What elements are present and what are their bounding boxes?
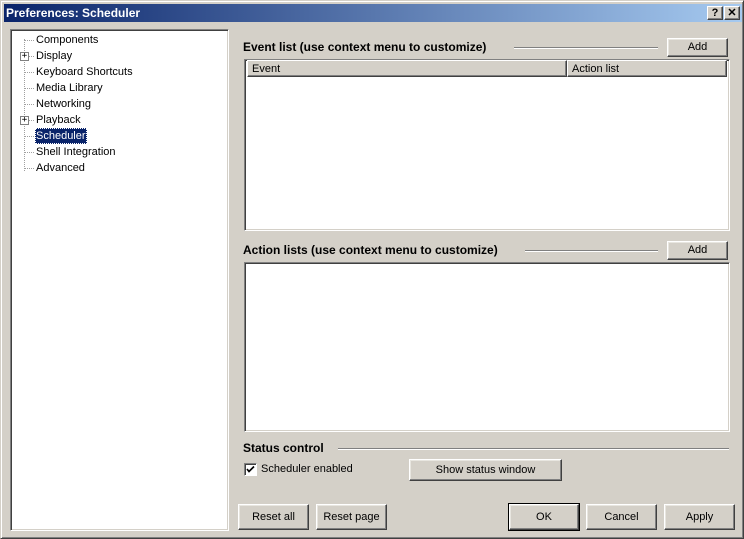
scheduler-enabled-checkbox[interactable] bbox=[244, 463, 257, 476]
checkmark-icon bbox=[246, 465, 255, 473]
close-button[interactable]: ✕ bbox=[724, 6, 740, 20]
tree-connector bbox=[25, 136, 34, 137]
action-lists-add-button[interactable]: Add bbox=[667, 241, 728, 260]
help-button[interactable]: ? bbox=[707, 6, 723, 20]
tree-item-scheduler[interactable]: Scheduler bbox=[35, 128, 87, 144]
reset-page-button[interactable]: Reset page bbox=[316, 504, 387, 530]
reset-all-button[interactable]: Reset all bbox=[238, 504, 309, 530]
scheduler-enabled-label[interactable]: Scheduler enabled bbox=[261, 462, 353, 477]
tree-connector bbox=[25, 168, 34, 169]
show-status-window-button[interactable]: Show status window bbox=[409, 459, 562, 481]
action-lists-divider bbox=[525, 250, 658, 252]
title-bar[interactable]: Preferences: Scheduler ? ✕ bbox=[4, 4, 742, 22]
ok-button[interactable]: OK bbox=[508, 503, 580, 531]
column-header-action-list[interactable]: Action list bbox=[567, 60, 727, 77]
apply-button[interactable]: Apply bbox=[664, 504, 735, 530]
tree-item-keyboard-shortcuts[interactable]: Keyboard Shortcuts bbox=[35, 64, 134, 80]
tree-connector bbox=[25, 152, 34, 153]
action-lists-listbox[interactable] bbox=[244, 262, 730, 432]
tree-connector bbox=[25, 104, 34, 105]
tree-item-advanced[interactable]: Advanced bbox=[35, 160, 86, 176]
column-header-event[interactable]: Event bbox=[247, 60, 567, 77]
expand-icon[interactable]: + bbox=[20, 52, 29, 61]
cancel-button[interactable]: Cancel bbox=[586, 504, 657, 530]
event-list-add-button[interactable]: Add bbox=[667, 38, 728, 57]
close-icon: ✕ bbox=[727, 7, 737, 19]
event-list-divider bbox=[514, 47, 658, 49]
status-control-heading: Status control bbox=[243, 441, 324, 455]
event-list-heading: Event list (use context menu to customiz… bbox=[243, 40, 487, 54]
tree-item-media-library[interactable]: Media Library bbox=[35, 80, 104, 96]
preferences-window: Preferences: Scheduler ? ✕ Event list (u… bbox=[0, 0, 744, 539]
tree-item-playback[interactable]: Playback bbox=[35, 112, 82, 128]
help-icon: ? bbox=[711, 7, 719, 19]
event-listview[interactable]: Event Action list bbox=[244, 59, 730, 231]
tree-item-shell-integration[interactable]: Shell Integration bbox=[35, 144, 117, 160]
tree-connector bbox=[25, 72, 34, 73]
tree-item-display[interactable]: Display bbox=[35, 48, 73, 64]
action-lists-heading: Action lists (use context menu to custom… bbox=[243, 243, 498, 257]
tree-item-components[interactable]: Components bbox=[35, 32, 99, 48]
tree-item-networking[interactable]: Networking bbox=[35, 96, 92, 112]
status-control-divider bbox=[338, 448, 729, 450]
expand-icon[interactable]: + bbox=[20, 116, 29, 125]
tree-connector bbox=[25, 40, 34, 41]
tree-connector bbox=[25, 88, 34, 89]
window-title: Preferences: Scheduler bbox=[6, 6, 141, 20]
